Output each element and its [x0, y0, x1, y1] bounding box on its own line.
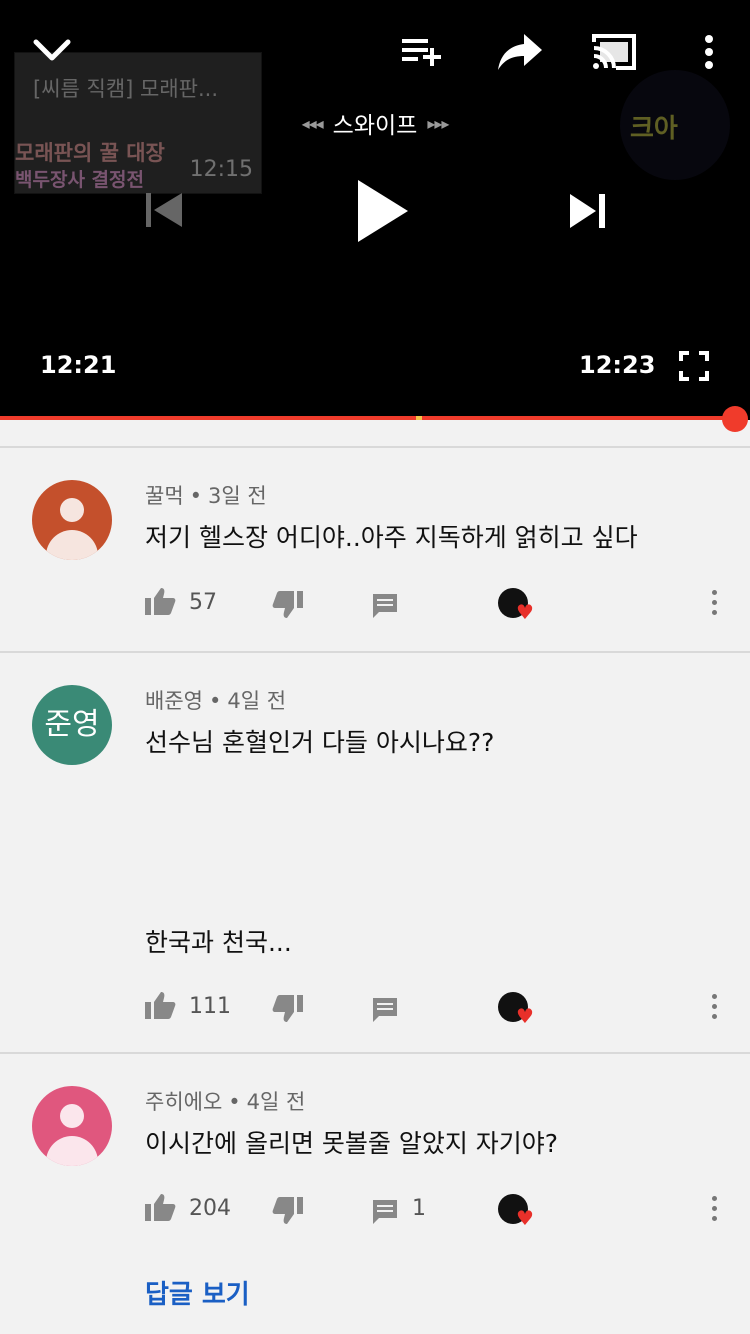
meta-separator: •	[208, 689, 222, 713]
avatar-head	[60, 1104, 84, 1128]
meta-separator: •	[189, 484, 203, 508]
reply-icon[interactable]	[371, 592, 399, 620]
thumb-down-icon[interactable]	[272, 590, 304, 620]
heart-icon: ♥	[516, 1206, 534, 1230]
previous-video-title: [씨름 직캠] 모래판...	[33, 77, 219, 101]
thumb-up-icon[interactable]	[144, 586, 176, 616]
comment-age: 3일 전	[208, 484, 267, 508]
comment-author[interactable]: 배준영	[145, 689, 203, 713]
reply-count: 1	[412, 1196, 426, 1221]
creator-heart-icon: ♥	[498, 588, 534, 622]
comment-item: 주히에오 • 4일 전 이시간에 올리면 못볼줄 알았지 자기야? 204 1 ♥	[0, 1054, 750, 1334]
avatar-initials: 준영	[44, 707, 100, 742]
comment-actions: 204 1 ♥	[0, 1188, 750, 1228]
previous-video-duration: 12:15	[189, 157, 253, 182]
thumb-up-icon[interactable]	[144, 990, 176, 1020]
fullscreen-icon[interactable]	[678, 350, 710, 382]
swipe-left-arrows: ◂◂◂	[301, 113, 324, 133]
chevron-down-icon[interactable]	[32, 36, 72, 64]
swipe-right-arrows: ▸▸▸	[427, 113, 449, 133]
comment-meta: 꿀먹 • 3일 전	[145, 480, 267, 510]
play-icon[interactable]	[352, 176, 412, 246]
comment-more-icon[interactable]	[712, 590, 717, 620]
cast-icon[interactable]	[590, 32, 638, 72]
like-count: 57	[189, 590, 217, 615]
comment-more-icon[interactable]	[712, 1196, 717, 1226]
comment-item: 꿀먹 • 3일 전 저기 헬스장 어디야..아주 지독하게 얽히고 싶다 57 ♥	[0, 448, 750, 650]
creator-heart-icon: ♥	[498, 992, 534, 1026]
swipe-label: 스와이프	[332, 113, 418, 139]
comment-text-continued: 한국과 천국...	[145, 928, 292, 957]
add-to-queue-icon[interactable]	[400, 36, 444, 68]
total-time: 12:23	[579, 351, 656, 379]
progress-bar[interactable]	[0, 416, 735, 420]
ad-marker	[416, 416, 422, 420]
heart-icon: ♥	[516, 1004, 534, 1028]
comment-meta: 배준영 • 4일 전	[145, 685, 286, 715]
channel-logo-text: 크아	[630, 114, 678, 144]
creator-heart-icon: ♥	[498, 1194, 534, 1228]
thumb-down-icon[interactable]	[272, 994, 304, 1024]
comment-text: 저기 헬스장 어디야..아주 지독하게 얽히고 싶다	[145, 523, 638, 552]
video-player[interactable]: [씨름 직캠] 모래판... 모래판의 꿀 대장 백두장사 결정전 12:15 …	[0, 0, 750, 420]
like-count: 111	[189, 994, 231, 1019]
previous-video-caption-2: 백두장사 결정전	[15, 169, 144, 191]
avatar-body	[46, 1136, 98, 1166]
share-icon[interactable]	[496, 32, 544, 72]
progress-scrubber[interactable]	[722, 406, 748, 432]
channel-logo: 크아	[620, 70, 730, 180]
previous-video-thumbnail[interactable]: [씨름 직캠] 모래판... 모래판의 꿀 대장 백두장사 결정전 12:15	[14, 52, 262, 194]
previous-video-caption-1: 모래판의 꿀 대장	[15, 141, 165, 165]
current-time: 12:21	[40, 351, 117, 379]
comment-item: 준영 배준영 • 4일 전 선수님 혼혈인거 다들 아시나요?? 한국과 천국...…	[0, 653, 750, 1053]
like-count: 204	[189, 1196, 231, 1221]
comment-age: 4일 전	[227, 689, 287, 713]
skip-previous-icon[interactable]	[144, 190, 184, 230]
meta-separator: •	[228, 1090, 241, 1114]
avatar-head	[60, 498, 84, 522]
comment-text: 선수님 혼혈인거 다들 아시나요??	[145, 728, 495, 757]
avatar[interactable]: 준영	[32, 685, 112, 765]
avatar[interactable]	[32, 1086, 112, 1166]
reply-icon[interactable]	[371, 996, 399, 1024]
comment-actions: 57 ♥	[0, 582, 750, 622]
thumb-down-icon[interactable]	[272, 1196, 304, 1226]
avatar[interactable]	[32, 480, 112, 560]
comment-age: 4일 전	[246, 1090, 306, 1114]
skip-next-icon[interactable]	[568, 192, 608, 230]
avatar-body	[46, 530, 98, 560]
comment-more-icon[interactable]	[712, 994, 717, 1024]
more-vert-icon[interactable]	[702, 34, 716, 70]
thumb-up-icon[interactable]	[144, 1192, 176, 1222]
reply-icon[interactable]	[371, 1198, 399, 1226]
comment-author[interactable]: 주히에오	[145, 1090, 222, 1114]
comment-meta: 주히에오 • 4일 전	[145, 1086, 305, 1116]
swipe-hint: ◂◂◂ 스와이프 ▸▸▸	[265, 106, 485, 140]
comment-actions: 111 ♥	[0, 986, 750, 1026]
comment-text: 이시간에 올리면 못볼줄 알았지 자기야?	[145, 1129, 559, 1158]
comment-author[interactable]: 꿀먹	[145, 484, 184, 508]
heart-icon: ♥	[516, 600, 534, 624]
view-replies-link[interactable]: 답글 보기	[145, 1274, 250, 1311]
